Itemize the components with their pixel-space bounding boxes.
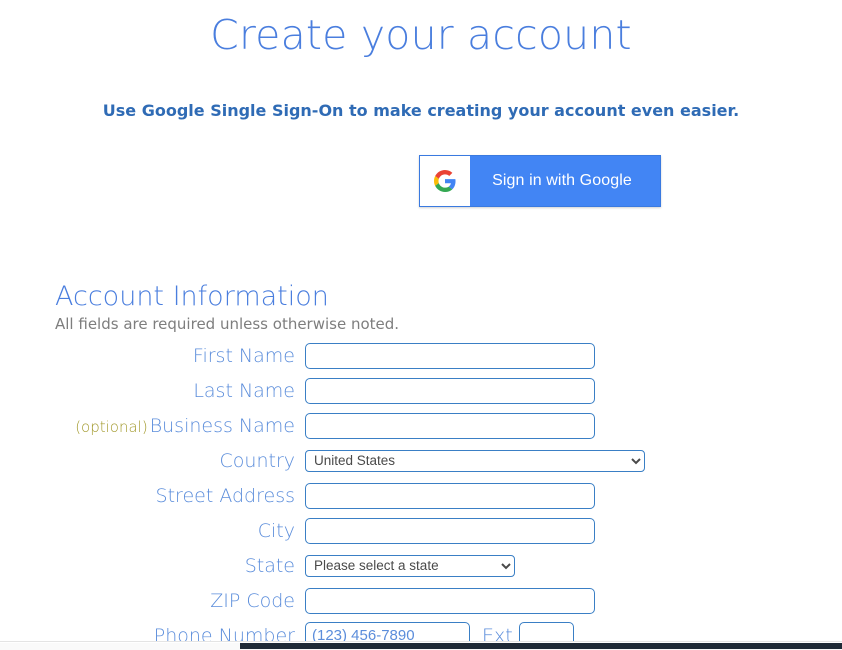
label-business-name-text: Business Name: [149, 414, 295, 437]
phone-number-group: Ext: [305, 621, 574, 642]
label-zip-code: ZIP Code: [0, 590, 305, 612]
form-row-country: Country United States: [0, 443, 842, 478]
state-select[interactable]: Please select a state: [305, 554, 515, 577]
ext-input[interactable]: [518, 621, 574, 641]
label-state-text: State: [244, 554, 295, 577]
label-last-name: Last Name: [0, 380, 305, 402]
phone-number-input[interactable]: [305, 621, 470, 641]
business-name-input[interactable]: [305, 412, 595, 439]
horizontal-scrollbar[interactable]: [0, 641, 842, 650]
form-row-first-name: First Name: [0, 338, 842, 373]
form-row-last-name: Last Name: [0, 373, 842, 408]
country-select[interactable]: United States: [305, 449, 645, 472]
form-row-city: City: [0, 513, 842, 548]
business-name-optional-tag: (optional): [75, 417, 148, 436]
signup-page: Create your account Use Google Single Si…: [0, 0, 842, 641]
account-information-form: First Name Last Name (optional) Business …: [0, 338, 842, 641]
label-street-address: Street Address: [0, 485, 305, 507]
label-phone-number: Phone Number: [0, 625, 305, 642]
form-row-business-name: (optional) Business Name: [0, 408, 842, 443]
label-zip-code-text: ZIP Code: [210, 589, 295, 612]
form-row-phone-number: Phone Number Ext: [0, 618, 842, 641]
zip-code-input[interactable]: [305, 587, 595, 614]
first-name-input[interactable]: [305, 342, 595, 369]
label-first-name: First Name: [0, 345, 305, 367]
label-country: Country: [0, 450, 305, 472]
sign-in-with-google-label: Sign in with Google: [492, 172, 632, 189]
form-row-zip-code: ZIP Code: [0, 583, 842, 618]
label-phone-number-text: Phone Number: [153, 624, 295, 642]
page-title: Create your account: [210, 11, 632, 60]
sso-subtitle: Use Google Single Sign-On to make creati…: [102, 101, 740, 120]
form-row-street-address: Street Address: [0, 478, 842, 513]
form-row-state: State Please select a state: [0, 548, 842, 583]
last-name-input[interactable]: [305, 377, 595, 404]
sign-in-with-google-button[interactable]: Sign in with Google: [419, 155, 661, 207]
label-business-name: (optional) Business Name: [0, 415, 305, 437]
label-city: City: [0, 520, 305, 542]
label-last-name-text: Last Name: [193, 379, 295, 402]
label-ext: Ext: [482, 624, 513, 642]
street-address-input[interactable]: [305, 482, 595, 509]
account-information-heading: Account Information: [55, 281, 329, 313]
label-street-address-text: Street Address: [155, 484, 295, 507]
google-g-icon: [420, 156, 470, 206]
label-city-text: City: [257, 519, 295, 542]
label-first-name-text: First Name: [192, 344, 295, 367]
label-country-text: Country: [219, 449, 295, 472]
label-state: State: [0, 555, 305, 577]
city-input[interactable]: [305, 517, 595, 544]
required-fields-note: All fields are required unless otherwise…: [55, 315, 400, 333]
horizontal-scrollbar-thumb[interactable]: [240, 643, 842, 649]
